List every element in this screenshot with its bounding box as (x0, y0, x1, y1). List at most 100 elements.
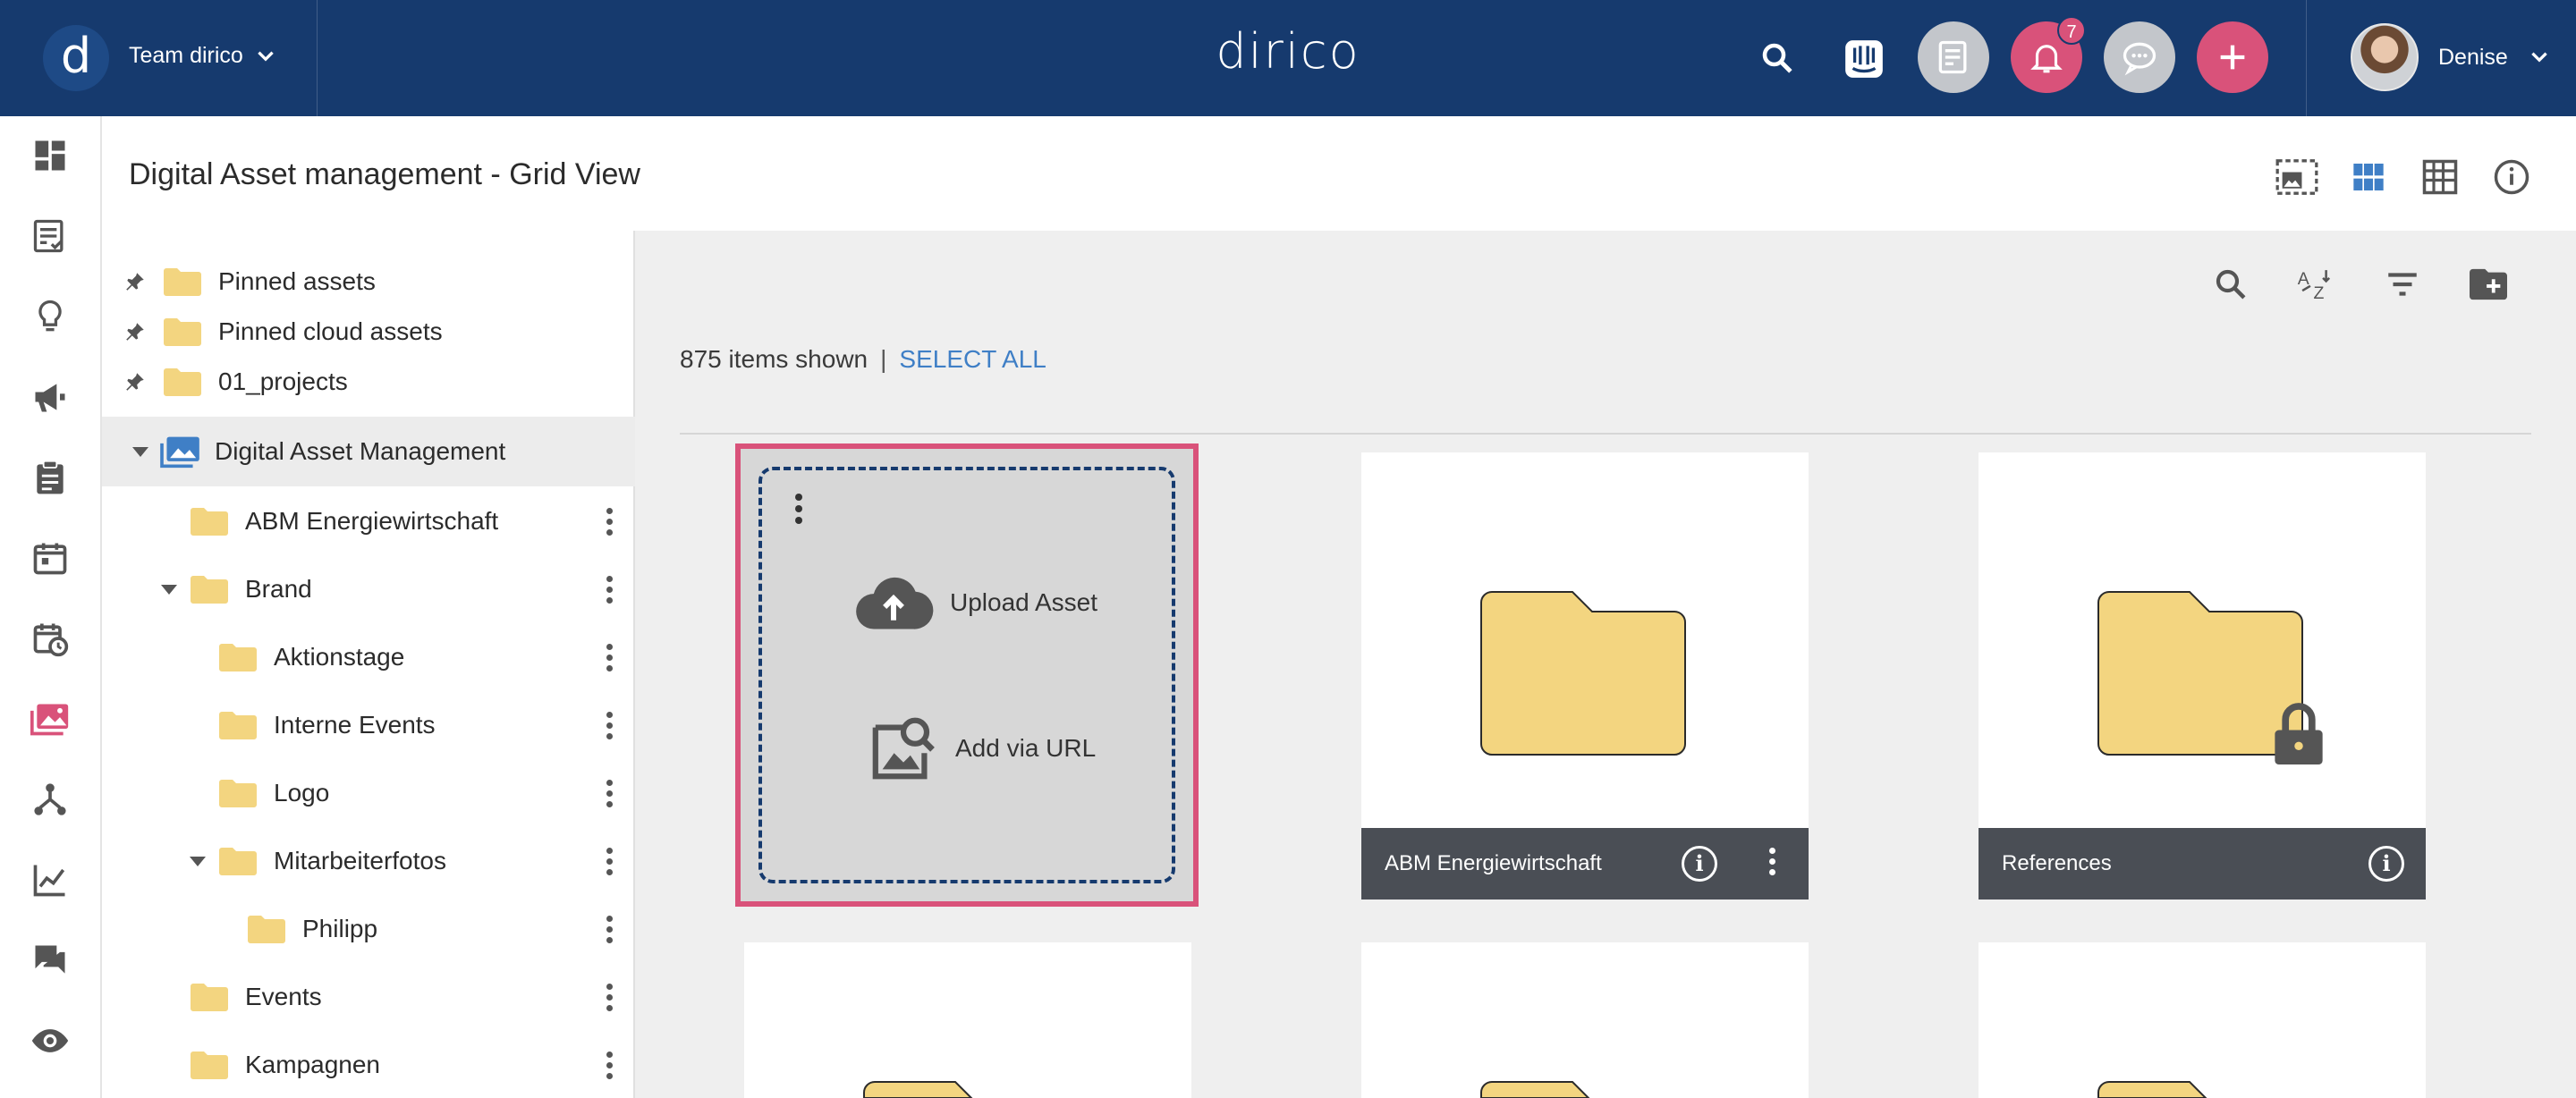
rail-workflow[interactable] (27, 776, 73, 823)
tree-item-label: Logo (274, 779, 330, 807)
folder-icon (191, 508, 228, 536)
more-vert-icon[interactable] (605, 848, 614, 876)
folder-card[interactable] (1361, 942, 1809, 1098)
app-logo[interactable]: d (43, 25, 109, 91)
avatar (2351, 23, 2419, 91)
filter-icon (2388, 273, 2417, 296)
user-menu[interactable]: Denise (2351, 23, 2551, 91)
folder-card[interactable]: References i (1979, 452, 2426, 900)
table-view-button[interactable] (2417, 154, 2463, 200)
chevron-down-icon (258, 51, 274, 62)
upload-asset-action[interactable]: Upload Asset (853, 574, 1097, 631)
caret-down-icon[interactable] (190, 856, 206, 866)
chevron-down-icon (2531, 52, 2547, 63)
pin-icon (126, 373, 144, 391)
image-search-icon (872, 717, 935, 780)
info-button[interactable] (2488, 154, 2535, 200)
more-vert-icon[interactable] (605, 916, 614, 944)
more-vert-icon[interactable] (605, 576, 614, 604)
folder-card[interactable] (1979, 942, 2426, 1098)
workflow-icon (34, 783, 66, 815)
lightbulb-icon (38, 300, 62, 332)
more-vert-icon[interactable] (605, 984, 614, 1012)
search-icon (2216, 269, 2246, 300)
rail-campaigns[interactable] (27, 374, 73, 420)
tree-item-abm-energiewirtschaft[interactable]: ABM Energiewirtschaft (102, 490, 635, 553)
folder-tree: Pinned assets Pinned cloud assets 01_pro… (102, 231, 635, 1098)
tree-item-mitarbeiterfotos[interactable]: Mitarbeiterfotos (102, 830, 635, 892)
folder-icon (248, 916, 285, 943)
notes-button[interactable] (1918, 21, 1989, 93)
tree-item-aktionstage[interactable]: Aktionstage (102, 626, 635, 688)
card-label: ABM Energiewirtschaft (1385, 851, 1602, 875)
rail-analytics[interactable] (27, 857, 73, 903)
info-icon[interactable]: i (1682, 846, 1717, 882)
tree-item-digital-asset-management[interactable]: Digital Asset Management (102, 417, 635, 486)
global-search-button[interactable] (1755, 36, 1800, 80)
rail-dashboard[interactable] (27, 132, 73, 179)
tree-item-01-projects[interactable]: 01_projects (102, 351, 635, 413)
tree-item-events[interactable]: Events (102, 966, 635, 1028)
rail-review[interactable] (27, 1018, 73, 1064)
upload-dropzone[interactable]: Upload Asset Add via URL (758, 467, 1175, 883)
rail-tasks[interactable] (27, 213, 73, 259)
svg-text:A: A (2298, 269, 2309, 289)
tree-item-label: Brand (245, 575, 312, 603)
create-button[interactable] (2197, 21, 2268, 93)
tree-item-philipp[interactable]: Philipp (102, 898, 635, 960)
more-vert-icon[interactable] (605, 712, 614, 740)
icon-rail (0, 116, 102, 1098)
rail-schedule[interactable] (27, 615, 73, 662)
folder-icon (219, 780, 257, 807)
folder-card[interactable] (744, 942, 1191, 1098)
folder-icon (191, 984, 228, 1011)
tree-item-kampagnen[interactable]: Kampagnen (102, 1034, 635, 1096)
sort-button[interactable]: AZ (2293, 261, 2340, 308)
divider (680, 433, 2531, 435)
add-via-url-action[interactable]: Add via URL (868, 714, 1096, 783)
select-all-link[interactable]: SELECT ALL (899, 345, 1046, 373)
messages-button[interactable] (2104, 21, 2175, 93)
grid-view-button[interactable] (2345, 154, 2392, 200)
more-vert-icon[interactable] (1767, 848, 1776, 880)
tree-item-label: Interne Events (274, 711, 436, 739)
svg-text:Z: Z (2313, 283, 2324, 303)
upload-card[interactable]: Upload Asset Add via URL (735, 443, 1199, 907)
tree-item-label: Aktionstage (274, 643, 405, 671)
info-icon (2494, 159, 2529, 195)
folder-card[interactable]: ABM Energiewirtschaft i (1361, 452, 1809, 900)
rail-ideas[interactable] (27, 293, 73, 340)
more-vert-icon[interactable] (605, 1052, 614, 1080)
table-view-icon (2422, 159, 2458, 195)
filter-button[interactable] (2379, 261, 2426, 308)
top-divider (317, 0, 318, 116)
plus-icon (2220, 45, 2245, 70)
intercom-button[interactable] (1841, 36, 1887, 82)
assets-icon (30, 704, 69, 736)
search-assets-button[interactable] (2207, 261, 2254, 308)
rail-chat[interactable] (27, 937, 73, 984)
folder-icon (164, 368, 201, 396)
more-vert-icon[interactable] (605, 508, 614, 536)
new-folder-button[interactable] (2465, 261, 2512, 308)
more-vert-icon[interactable] (605, 780, 614, 808)
tree-item-interne-events[interactable]: Interne Events (102, 694, 635, 756)
rail-calendar[interactable] (27, 535, 73, 581)
tree-item-brand[interactable]: Brand (102, 558, 635, 621)
caret-down-icon[interactable] (132, 446, 148, 457)
cloud-upload-icon (856, 577, 934, 629)
tree-item-logo[interactable]: Logo (102, 762, 635, 824)
caret-down-icon[interactable] (161, 584, 177, 595)
folder-icon (219, 644, 257, 671)
more-vert-icon[interactable] (794, 494, 803, 528)
tree-item-label: Kampagnen (245, 1051, 381, 1078)
rail-assets[interactable] (27, 696, 73, 742)
team-switcher[interactable]: Team dirico (129, 43, 277, 69)
rail-briefings[interactable] (27, 454, 73, 501)
folder-icon (2097, 1081, 2207, 1098)
calendar-icon (33, 543, 67, 575)
preview-view-button[interactable] (2274, 154, 2320, 200)
notification-badge: 7 (2057, 16, 2086, 45)
more-vert-icon[interactable] (605, 644, 614, 672)
info-icon[interactable]: i (2368, 846, 2404, 882)
